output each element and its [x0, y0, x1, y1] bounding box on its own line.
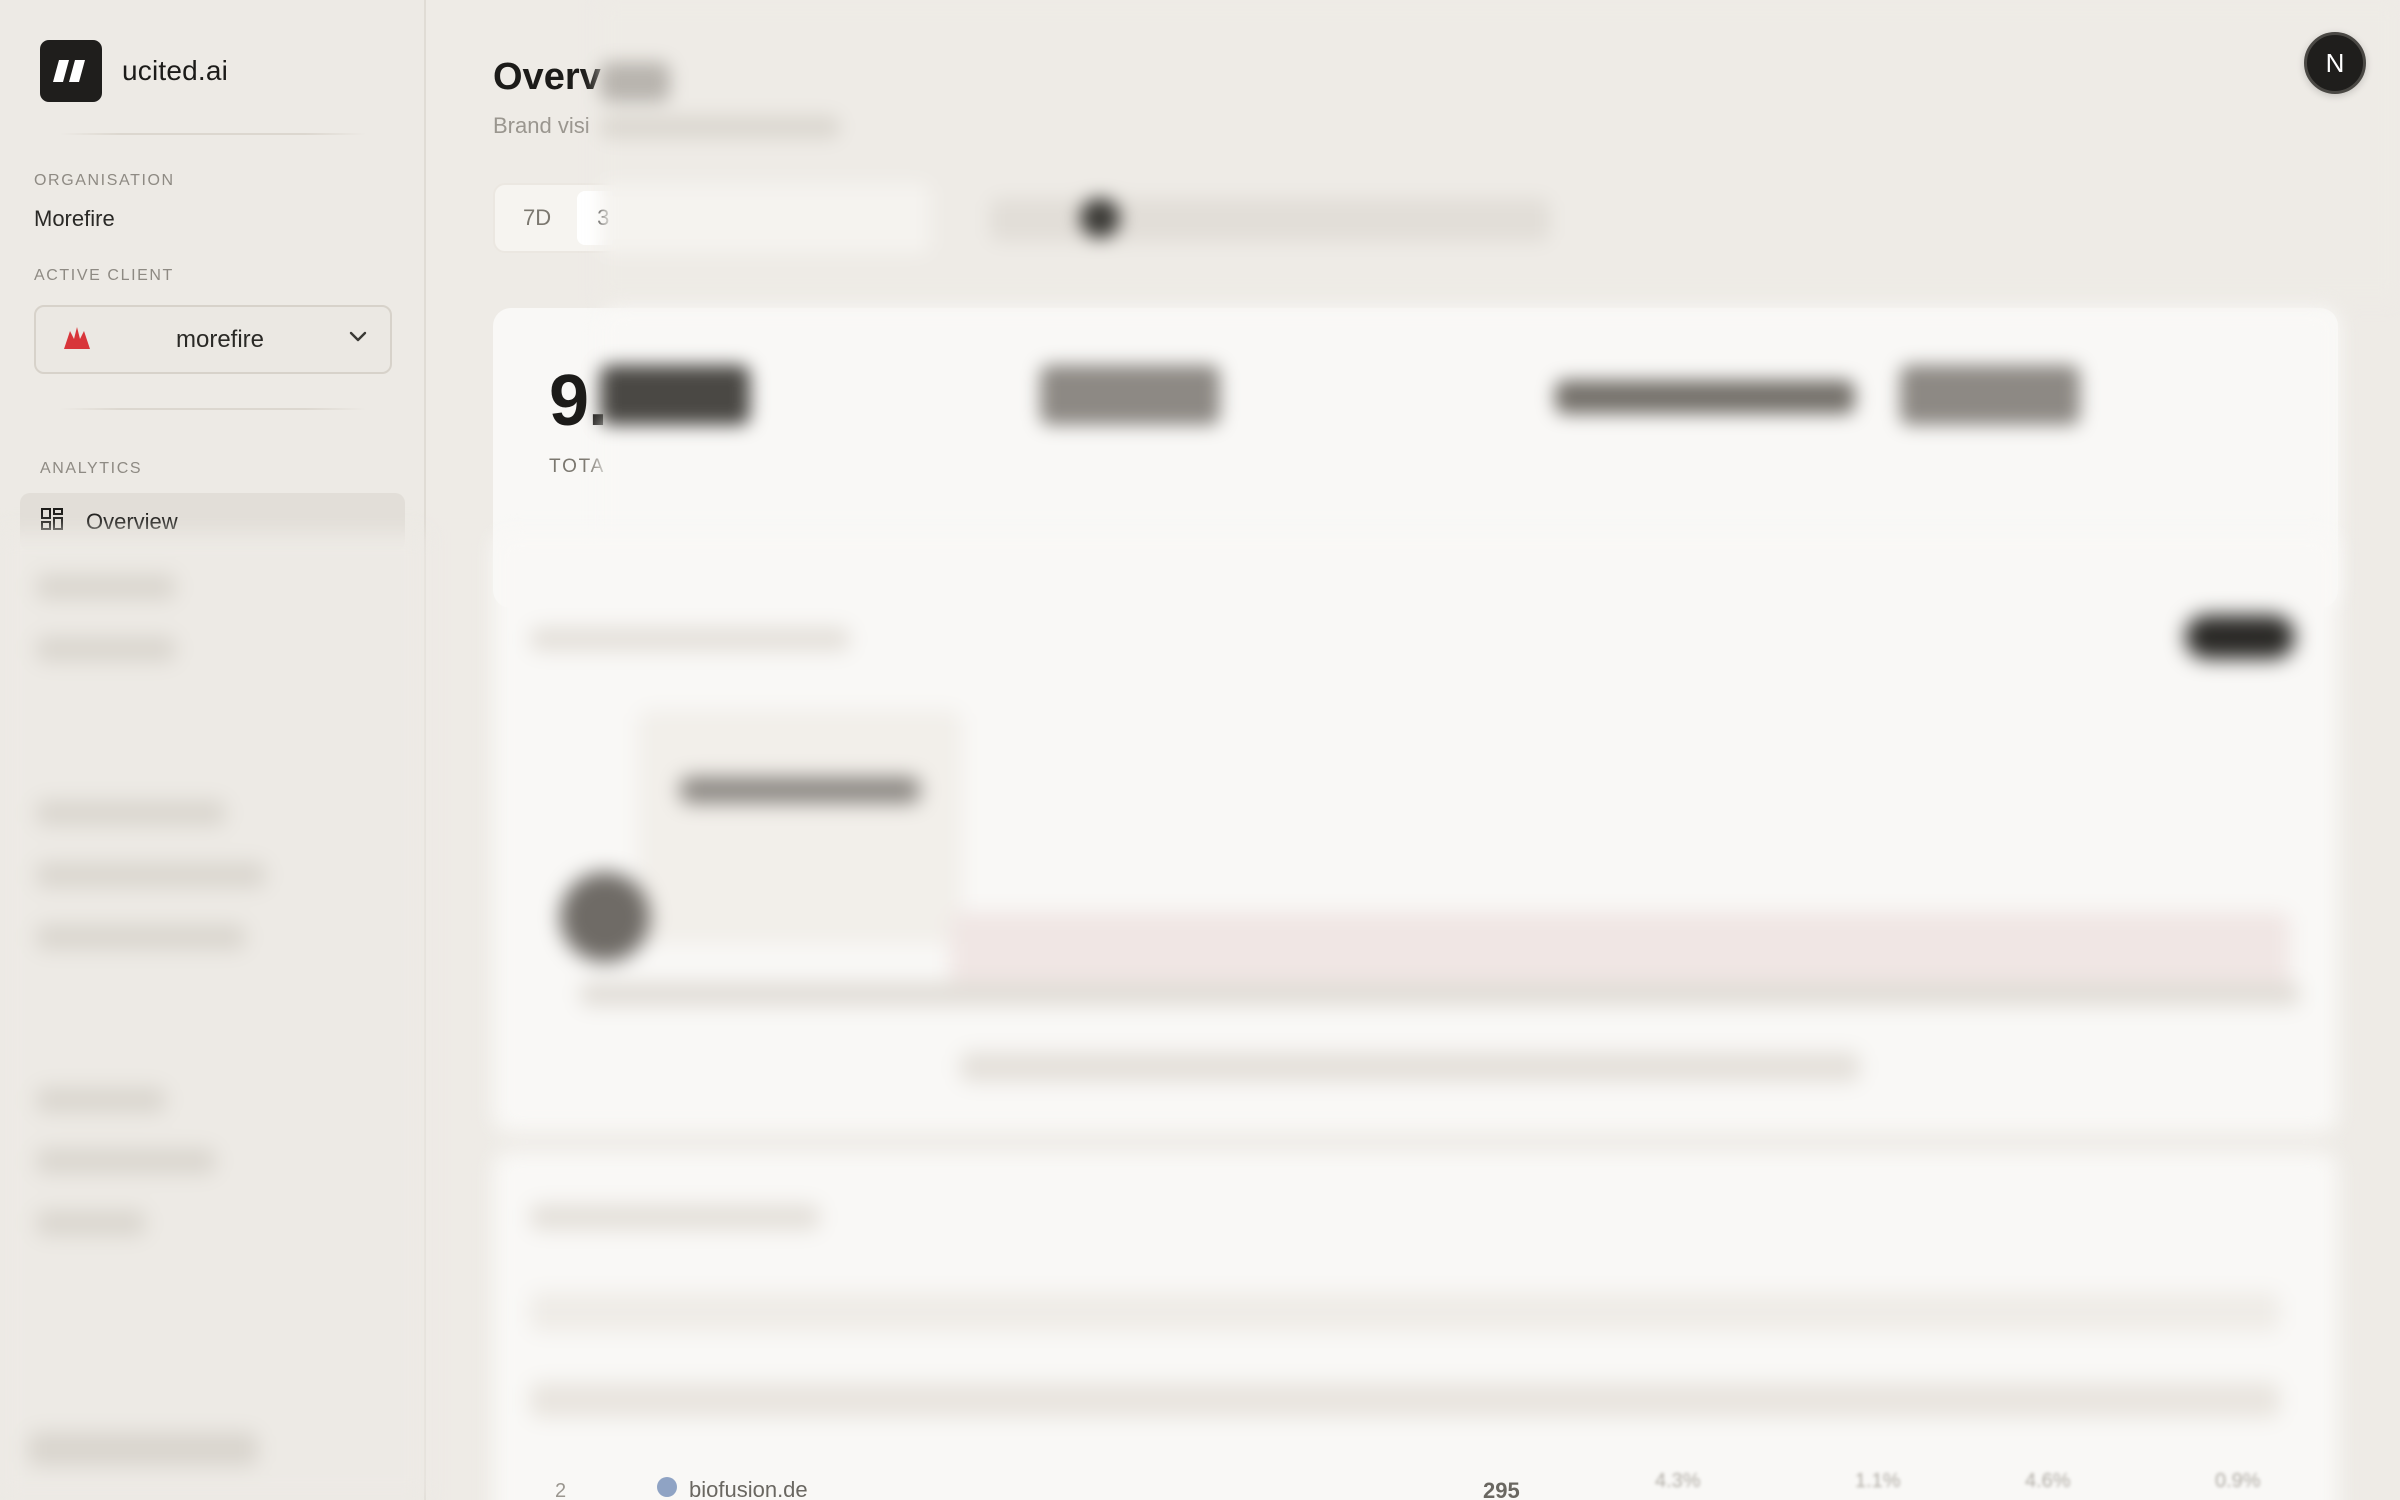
table-row-col: 1.1%: [1855, 1470, 1901, 1492]
blurred-chart-marker: [560, 872, 650, 962]
stat-total-value: 9.: [549, 361, 608, 441]
brand-name: ucited.ai: [122, 55, 229, 86]
blurred-sidebar: [0, 532, 426, 1500]
blurred-nav-item: [36, 924, 246, 950]
blurred-nav-item: [36, 636, 176, 662]
client-logo-icon: [62, 325, 92, 354]
blurred-nav-item: [36, 574, 176, 600]
table-row-value: 295: [1483, 1478, 1520, 1500]
page-title: Overv: [493, 56, 601, 98]
brand-logo-icon: [40, 40, 102, 102]
blurred-table-row: [530, 1382, 2280, 1418]
blurred-chart-toggle: [2185, 615, 2295, 659]
active-client-label: ACTIVE CLIENT: [34, 267, 174, 284]
blurred-range-remainder: [600, 183, 930, 253]
blurred-chart-line: [950, 912, 2290, 992]
blur-backdrop: [600, 0, 2400, 300]
blurred-tooltip-row: [680, 777, 920, 803]
blurred-table-header: [530, 1292, 2280, 1332]
blurred-nav-item: [36, 1210, 146, 1236]
blurred-nav-item: [36, 800, 226, 826]
table-row-col: 0.9%: [2215, 1470, 2261, 1492]
blurred-subtitle-remainder: [600, 115, 840, 139]
blurred-title-remainder: [600, 62, 670, 102]
globe-icon: [655, 1475, 679, 1500]
blurred-stat-value: [1040, 365, 1220, 425]
page-subtitle: Brand visi: [493, 113, 590, 138]
chevron-down-icon: [348, 330, 368, 349]
blurred-stat-domain: [1555, 380, 1855, 414]
sidebar-divider: [60, 408, 366, 410]
client-select-value: morefire: [175, 325, 265, 353]
blurred-nav-item: [36, 862, 266, 888]
client-select[interactable]: morefire: [34, 305, 392, 374]
blurred-chart-title: [530, 627, 850, 651]
blurred-chip-icon: [1080, 198, 1120, 238]
table-row-col: 4.6%: [2025, 1470, 2071, 1492]
sidebar-divider: [60, 133, 366, 135]
blurred-stat-value: [600, 365, 750, 425]
brand[interactable]: ucited.ai: [40, 40, 228, 102]
table-row-col: 4.3%: [1655, 1470, 1701, 1492]
blurred-chart-axis: [580, 982, 2300, 1006]
table-row-domain: biofusion.de: [689, 1476, 808, 1500]
blurred-nav-item: [36, 1087, 166, 1113]
organisation-label: ORGANISATION: [34, 172, 175, 189]
organisation-name: Morefire: [34, 206, 115, 231]
blurred-table-title: [530, 1204, 820, 1230]
blurred-filter-chips: [990, 198, 1550, 242]
user-avatar[interactable]: N: [2304, 32, 2366, 94]
blurred-nav-item: [36, 1148, 216, 1174]
table-row-rank: 2: [555, 1480, 567, 1500]
stat-total-caption: TOTA: [549, 456, 606, 477]
blurred-stat-value: [1900, 365, 2080, 425]
range-button-7d[interactable]: 7D: [503, 191, 571, 245]
analytics-label: ANALYTICS: [40, 460, 143, 477]
blurred-lower-content: [0, 532, 2400, 1500]
blurred-footer: [28, 1432, 258, 1466]
blurred-chart-legend: [960, 1052, 1860, 1082]
table-row[interactable]: biofusion.de: [655, 1475, 808, 1500]
blurred-chart-tooltip: [640, 712, 960, 942]
